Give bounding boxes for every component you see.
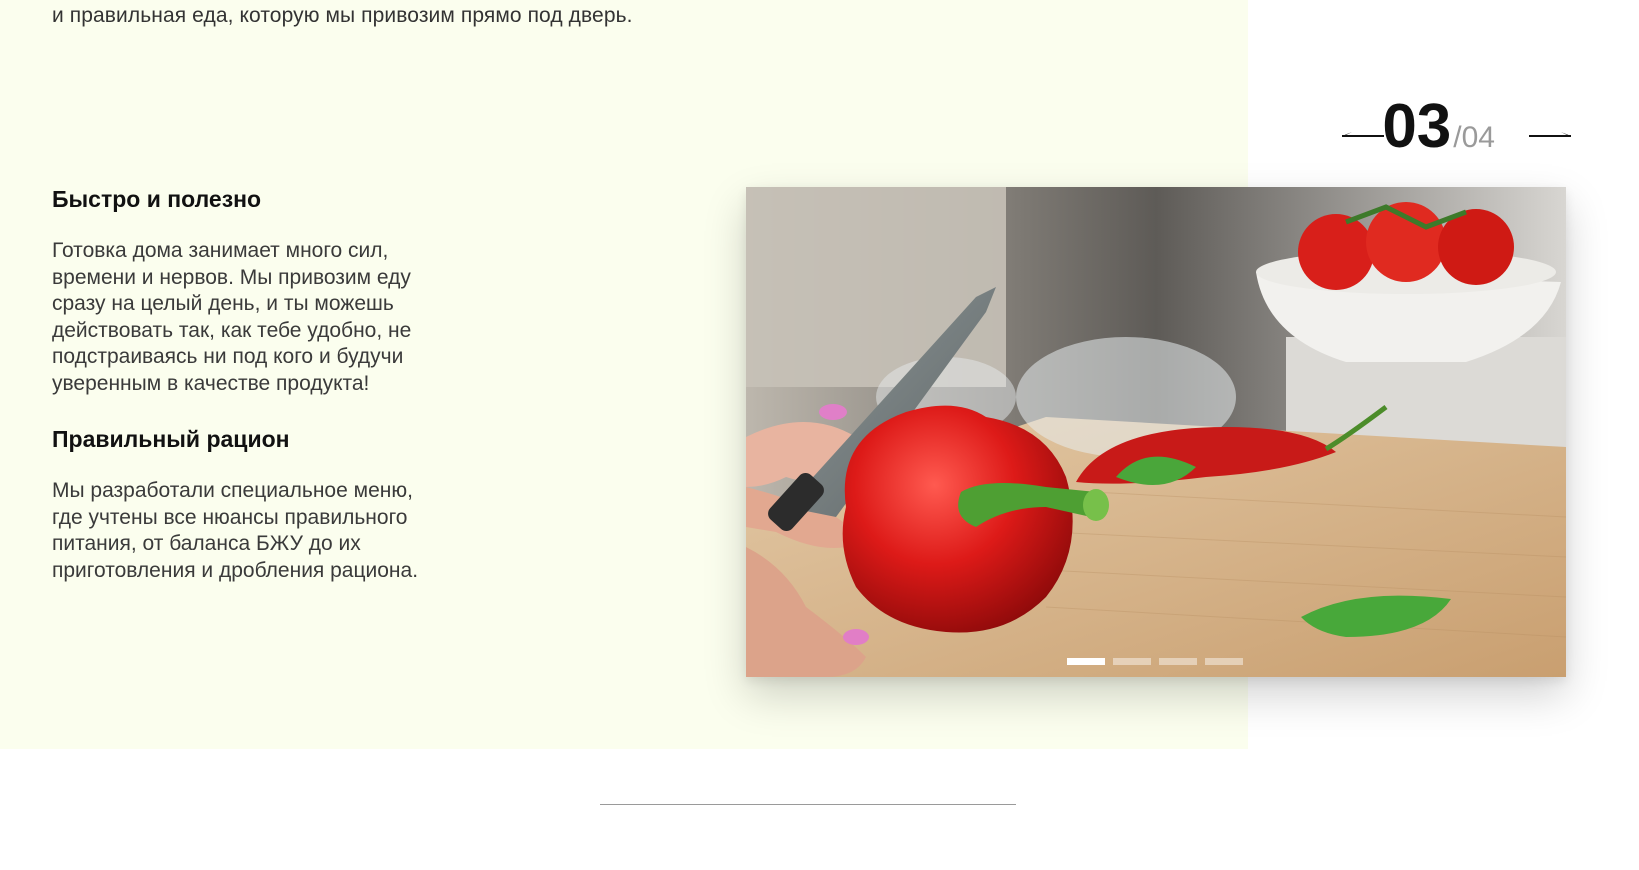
feature-text-line: приготовления и дробления рациона.	[52, 558, 419, 582]
feature-text-line: питания, от баланса БЖУ до их	[52, 532, 361, 555]
feature-text-line: где учтены все нюансы правильного	[52, 505, 408, 529]
slider-dot[interactable]	[1159, 658, 1197, 665]
image-slider[interactable]	[746, 187, 1566, 677]
arrow-right-icon[interactable]	[1527, 130, 1575, 140]
feature-title-fast: Быстро и полезно	[52, 186, 262, 212]
feature-text-line: Готовка дома занимает много сил,	[52, 239, 389, 262]
slider-dot[interactable]	[1205, 658, 1243, 665]
feature-text-line: подстраиваясь ни под кого и будучи	[52, 345, 404, 368]
feature-text-fast: Готовка дома занимает много сил, времени…	[52, 238, 472, 397]
section-divider	[600, 804, 1016, 805]
feature-text-line: сразу на целый день, и ты можешь	[52, 292, 394, 315]
slide-counter: 03 /04	[1382, 96, 1495, 158]
slide-photo-pepper	[746, 187, 1566, 677]
feature-text-diet: Мы разработали специальное меню, где учт…	[52, 478, 472, 584]
slider-dot[interactable]	[1113, 658, 1151, 665]
feature-text-line: действовать так, как тебе удобно, не	[52, 318, 412, 342]
feature-title-diet: Правильный рацион	[52, 426, 290, 452]
slider-dots	[1067, 658, 1243, 665]
feature-text-line: времени и нервов. Мы привозим еду	[52, 265, 411, 289]
slide-total-number: /04	[1453, 121, 1495, 154]
feature-text-line: Мы разработали специальное меню,	[52, 479, 413, 502]
slide-current-number: 03	[1382, 92, 1452, 161]
arrow-left-icon[interactable]	[1338, 130, 1386, 140]
intro-text: и правильная еда, которую мы привозим пр…	[52, 4, 633, 27]
slider-dot[interactable]	[1067, 658, 1105, 665]
feature-text-line: уверенным в качестве продукта!	[52, 371, 370, 395]
